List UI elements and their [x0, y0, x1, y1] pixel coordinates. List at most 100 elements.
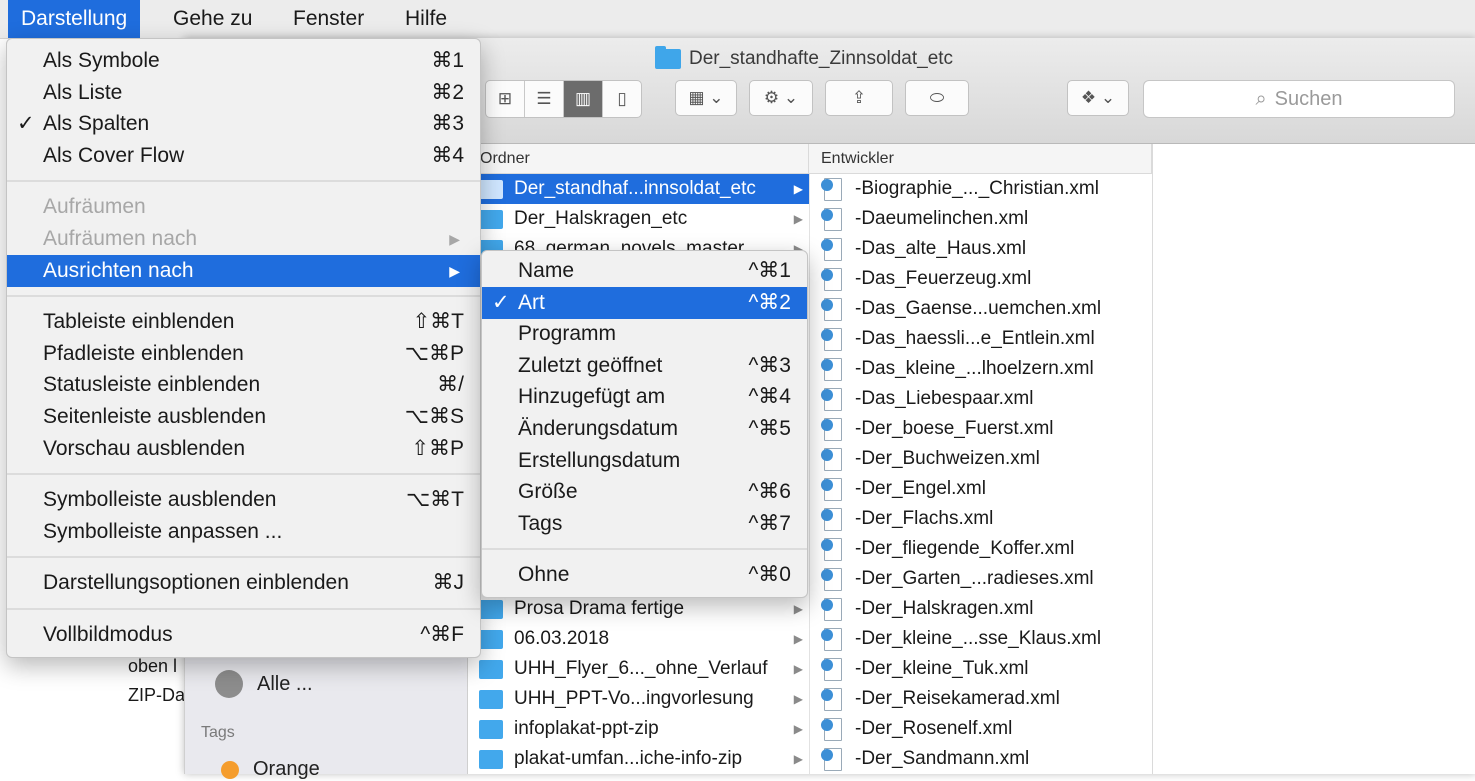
- file-row[interactable]: -Der_Buchweizen.xml: [821, 444, 1151, 474]
- menu-item-shortcut: ^⌘5: [748, 417, 791, 440]
- file-row[interactable]: -Der_Halskragen.xml: [821, 594, 1151, 624]
- ordner-column-header[interactable]: Ordner: [468, 144, 809, 174]
- folder-icon: [479, 719, 503, 739]
- menu-item-shortcut: ⌥⌘T: [405, 488, 464, 512]
- xml-file-icon: [821, 597, 843, 621]
- file-row[interactable]: -Der_Garten_...radieses.xml: [821, 564, 1151, 594]
- folder-row[interactable]: Der_standhaf...innsoldat_etc ▶: [469, 174, 809, 204]
- arrange-button[interactable]: ▦ ⌄: [675, 80, 737, 116]
- menu-item-pfadleiste-einblenden[interactable]: Pfadleiste einblenden ⌥⌘P: [7, 338, 480, 370]
- file-row[interactable]: -Der_Reisekamerad.xml: [821, 684, 1151, 714]
- file-row[interactable]: -Das_Liebespaar.xml: [821, 384, 1151, 414]
- menu-item-gro-e[interactable]: Größe ^⌘6: [482, 476, 807, 508]
- file-name: -Der_Rosenelf.xml: [855, 718, 1013, 739]
- xml-file-icon: [821, 387, 843, 411]
- desktop-text-1: oben l: [128, 656, 178, 676]
- menu-item-anderungsdatum[interactable]: Änderungsdatum ^⌘5: [482, 413, 807, 445]
- menu-item-programm[interactable]: Programm: [482, 318, 807, 350]
- action-button[interactable]: ⚙ ⌄: [749, 80, 813, 116]
- file-row[interactable]: -Der_Sandmann.xml: [821, 744, 1151, 774]
- menu-separator: [7, 556, 480, 559]
- menu-item-vorschau-ausblenden[interactable]: Vorschau ausblenden ⇧⌘P: [7, 433, 480, 465]
- menu-item-shortcut: ^⌘7: [748, 511, 791, 535]
- folder-row[interactable]: 06.03.2018 ▶: [469, 624, 809, 654]
- file-row[interactable]: -Daeumelinchen.xml: [821, 204, 1151, 234]
- file-row[interactable]: -Der_boese_Fuerst.xml: [821, 414, 1151, 444]
- menu-item-ausrichten-nach[interactable]: Ausrichten nach ▶: [7, 254, 480, 287]
- xml-file-icon: [821, 687, 843, 711]
- entwickler-column-header[interactable]: Entwickler: [809, 144, 1152, 174]
- file-row[interactable]: -Der_kleine_Tuk.xml: [821, 654, 1151, 684]
- menu-item-shortcut: ⌥⌘P: [404, 341, 464, 365]
- icon-view-icon[interactable]: ⊞: [486, 81, 525, 117]
- menu-item-darstellungsoptionen-einblenden[interactable]: Darstellungsoptionen einblenden ⌘J: [7, 567, 480, 599]
- menu-item-label: Als Cover Flow: [43, 143, 185, 167]
- menu-separator: [482, 548, 807, 551]
- menu-item-shortcut: ⇧⌘P: [411, 436, 464, 460]
- menu-item-hinzugefugt-am[interactable]: Hinzugefügt am ^⌘4: [482, 381, 807, 413]
- menu-item-art[interactable]: ✓ Art ^⌘2: [482, 286, 807, 319]
- file-row[interactable]: -Das_haessli...e_Entlein.xml: [821, 324, 1151, 354]
- menu-item-vollbildmodus[interactable]: Vollbildmodus ^⌘F: [7, 619, 480, 651]
- menubar-darstellung[interactable]: Darstellung: [8, 0, 141, 38]
- menu-item-als-symbole[interactable]: Als Symbole ⌘1: [7, 45, 480, 77]
- menu-item-symbolleiste-ausblenden[interactable]: Symbolleiste ausblenden ⌥⌘T: [7, 484, 480, 516]
- file-row[interactable]: -Der_Engel.xml: [821, 474, 1151, 504]
- file-name: -Das_Gaense...uemchen.xml: [855, 298, 1102, 319]
- xml-file-icon: [821, 267, 843, 291]
- menu-item-label: Tags: [518, 511, 563, 535]
- dropbox-button[interactable]: ❖ ⌄: [1067, 80, 1129, 116]
- menu-item-seitenleiste-ausblenden[interactable]: Seitenleiste ausblenden ⌥⌘S: [7, 401, 480, 433]
- file-row[interactable]: -Das_Feuerzeug.xml: [821, 264, 1151, 294]
- menu-item-als-cover-flow[interactable]: Als Cover Flow ⌘4: [7, 140, 480, 172]
- menubar-gehe-zu[interactable]: Gehe zu: [160, 0, 265, 38]
- file-row[interactable]: -Der_kleine_...sse_Klaus.xml: [821, 624, 1151, 654]
- file-row[interactable]: -Der_Rosenelf.xml: [821, 714, 1151, 744]
- list-view-icon[interactable]: ☰: [525, 81, 564, 117]
- file-name: -Das_alte_Haus.xml: [855, 238, 1027, 259]
- folder-row[interactable]: UHH_PPT-Vo...ingvorlesung ▶: [469, 684, 809, 714]
- menubar-hilfe[interactable]: Hilfe: [392, 0, 460, 38]
- menu-item-als-spalten[interactable]: ✓ Als Spalten ⌘3: [7, 108, 480, 140]
- column-divider: [809, 174, 810, 774]
- menu-item-ohne[interactable]: Ohne ^⌘0: [482, 559, 807, 591]
- file-row[interactable]: -Das_Gaense...uemchen.xml: [821, 294, 1151, 324]
- sidebar-item-alle[interactable]: Alle ...: [215, 670, 313, 698]
- folder-row[interactable]: UHH_Flyer_6..._ohne_Verlauf ▶: [469, 654, 809, 684]
- folder-row[interactable]: Der_Halskragen_etc ▶: [469, 204, 809, 234]
- cover-flow-icon[interactable]: ▯: [603, 81, 641, 117]
- xml-file-icon: [821, 447, 843, 471]
- sidebar-item-label: Alle ...: [257, 672, 313, 695]
- folder-icon: [655, 46, 681, 69]
- menu-item-label: Zuletzt geöffnet: [518, 353, 663, 377]
- xml-file-icon: [821, 237, 843, 261]
- chevron-right-icon: ▶: [793, 602, 803, 616]
- menu-item-statusleiste-einblenden[interactable]: Statusleiste einblenden ⌘/: [7, 369, 480, 401]
- menu-item-label: Änderungsdatum: [518, 417, 678, 440]
- sidebar-item-orange[interactable]: Orange: [221, 758, 320, 781]
- file-row[interactable]: -Der_fliegende_Koffer.xml: [821, 534, 1151, 564]
- view-mode-control[interactable]: ⊞ ☰ ▥ ▯: [485, 80, 642, 118]
- menu-item-zuletzt-geoffnet[interactable]: Zuletzt geöffnet ^⌘3: [482, 350, 807, 382]
- file-row[interactable]: -Das_alte_Haus.xml: [821, 234, 1151, 264]
- menu-item-als-liste[interactable]: Als Liste ⌘2: [7, 77, 480, 109]
- folder-row[interactable]: Prosa Drama fertige ▶: [469, 594, 809, 624]
- menu-item-symbolleiste-anpassen[interactable]: Symbolleiste anpassen ...: [7, 516, 480, 548]
- menu-item-name[interactable]: Name ^⌘1: [482, 255, 807, 287]
- file-row[interactable]: -Das_kleine_...lhoelzern.xml: [821, 354, 1151, 384]
- column-view-icon[interactable]: ▥: [564, 81, 603, 117]
- folder-row[interactable]: plakat-umfan...iche-info-zip ▶: [469, 744, 809, 774]
- share-button[interactable]: ⇪: [825, 80, 893, 116]
- menubar-fenster[interactable]: Fenster: [280, 0, 377, 38]
- menu-item-tags[interactable]: Tags ^⌘7: [482, 508, 807, 540]
- file-row[interactable]: -Der_Flachs.xml: [821, 504, 1151, 534]
- file-row[interactable]: -Biographie_..._Christian.xml: [821, 174, 1151, 204]
- folder-name: plakat-umfan...iche-info-zip: [514, 748, 743, 769]
- search-field[interactable]: ⌕ Suchen: [1143, 80, 1455, 118]
- chevron-right-icon: ▶: [793, 212, 803, 226]
- folder-row[interactable]: infoplakat-ppt-zip ▶: [469, 714, 809, 744]
- tags-button[interactable]: ⬭: [905, 80, 969, 116]
- menu-item-aufraumen-nach: Aufräumen nach ▶: [7, 223, 480, 255]
- menu-item-tableiste-einblenden[interactable]: Tableiste einblenden ⇧⌘T: [7, 306, 480, 338]
- menu-item-erstellungsdatum[interactable]: Erstellungsdatum: [482, 445, 807, 477]
